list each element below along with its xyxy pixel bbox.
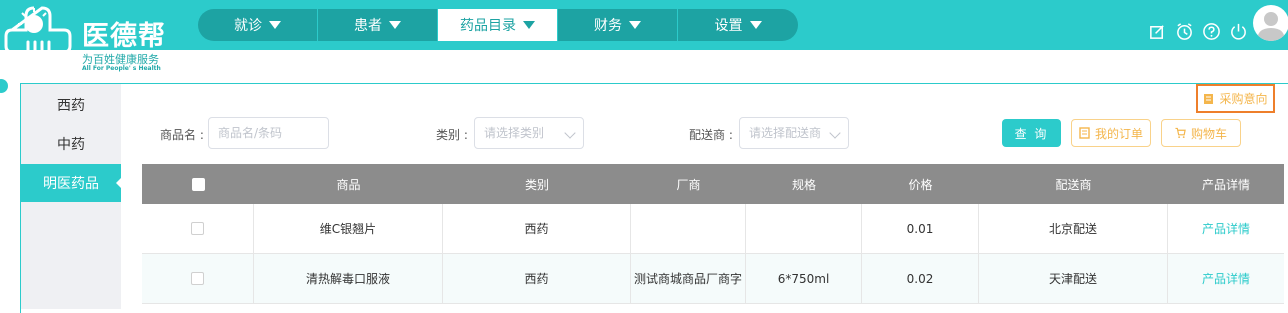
nav-item-label: 就诊 <box>234 18 262 34</box>
product-search-input[interactable]: 商品名/条码 <box>208 117 329 149</box>
nav-item-drug-catalog[interactable]: 药品目录 <box>438 9 558 41</box>
cart-button[interactable]: 购物车 <box>1161 119 1241 147</box>
row-checkbox[interactable] <box>191 272 204 285</box>
caret-down-icon <box>629 21 641 29</box>
row-select-cell <box>142 204 254 253</box>
header-toolbar <box>1148 22 1248 41</box>
price-cell: 0.01 <box>862 204 979 253</box>
column-header: 配送商 <box>1055 177 1092 192</box>
price-cell: 0.02 <box>862 254 979 303</box>
query-button[interactable]: 查 询 <box>1002 119 1061 147</box>
top-header: 医德帮 就诊 患者 药品目录 财务 设置 <box>0 0 1288 74</box>
header-select-all <box>142 164 254 204</box>
column-header: 类别 <box>524 177 549 192</box>
sidebar-toggle-icon[interactable] <box>0 79 8 93</box>
purchase-intent-label: 采购意向 <box>1219 92 1268 106</box>
manufacturer-cell: 测试商城商品厂商字 <box>631 254 746 303</box>
my-orders-button[interactable]: 我的订单 <box>1071 119 1151 147</box>
detail-cell: 产品详情 <box>1168 204 1284 253</box>
supplier-filter-label: 配送商 : <box>689 128 733 142</box>
product-cell: 维C银翘片 <box>254 204 443 253</box>
nav-item-label: 设置 <box>714 18 743 34</box>
product-cell: 清热解毒口服液 <box>254 254 443 303</box>
row-select-cell <box>142 254 254 303</box>
logo-icon <box>4 2 76 74</box>
select-all-checkbox[interactable] <box>191 177 205 191</box>
nav-item-label: 患者 <box>354 18 382 34</box>
row-checkbox[interactable] <box>191 222 204 235</box>
caret-down-icon <box>389 21 401 29</box>
detail-cell: 产品详情 <box>1168 254 1284 303</box>
supplier-cell: 北京配送 <box>979 204 1168 253</box>
document-icon <box>1204 93 1214 104</box>
nav-item-settings[interactable]: 设置 <box>678 9 798 41</box>
nav-item-visit[interactable]: 就诊 <box>198 9 318 41</box>
sidebar-item-chinese-medicine[interactable]: 中药 <box>21 125 121 163</box>
alarm-clock-icon[interactable] <box>1175 22 1194 41</box>
product-placeholder: 商品名/条码 <box>218 126 283 140</box>
sidebar-item-label: 中药 <box>57 137 85 153</box>
supplier-cell: 天津配送 <box>979 254 1168 303</box>
purchase-intent-button[interactable]: 采购意向 <box>1196 84 1275 113</box>
user-avatar[interactable] <box>1253 5 1288 41</box>
brand-title: 医德帮 <box>82 21 166 52</box>
nav-item-label: 药品目录 <box>460 18 516 34</box>
product-detail-link[interactable]: 产品详情 <box>1202 220 1250 237</box>
query-label: 查 询 <box>1014 126 1049 141</box>
sidebar-item-western-medicine[interactable]: 西药 <box>21 86 121 124</box>
supplier-placeholder: 请选择配送商 <box>749 126 822 140</box>
manufacturer-cell <box>631 204 746 253</box>
order-icon <box>1079 127 1090 139</box>
category-filter-label: 类别 : <box>436 128 468 142</box>
column-header: 厂商 <box>676 177 701 192</box>
spec-cell <box>746 204 862 253</box>
table-header: 商品 类别 厂商 规格 价格 配送商 产品详情 <box>142 164 1284 204</box>
spec-cell: 6*750ml <box>746 254 862 303</box>
nav-item-patients[interactable]: 患者 <box>318 9 438 41</box>
supplier-select[interactable]: 请选择配送商 <box>739 117 849 149</box>
caret-down-icon <box>269 21 281 29</box>
edit-icon[interactable] <box>1148 22 1167 41</box>
chevron-down-icon <box>829 127 841 139</box>
caret-down-icon <box>523 21 535 29</box>
chevron-down-icon <box>564 127 576 139</box>
sidebar-item-mingyi-drugs[interactable]: 明医药品 <box>21 164 122 202</box>
product-detail-link[interactable]: 产品详情 <box>1202 270 1250 287</box>
product-filter-label: 商品名 : <box>160 128 204 142</box>
cart-icon <box>1175 127 1186 139</box>
caret-down-icon <box>749 21 762 29</box>
my-orders-label: 我的订单 <box>1094 126 1143 141</box>
nav-item-label: 财务 <box>594 18 622 34</box>
column-header: 商品 <box>336 177 361 192</box>
sidebar-item-label: 西药 <box>57 98 85 114</box>
table-row: 维C银翘片 西药 0.01 北京配送 产品详情 <box>142 204 1284 254</box>
power-icon[interactable] <box>1229 22 1248 41</box>
column-header: 产品详情 <box>1201 177 1250 192</box>
sidebar: 西药 中药 明医药品 <box>21 84 122 309</box>
column-header: 价格 <box>908 177 933 192</box>
category-placeholder: 请选择类别 <box>484 126 545 140</box>
column-header: 规格 <box>791 177 816 192</box>
main-nav: 就诊 患者 药品目录 财务 设置 <box>198 9 798 41</box>
help-icon[interactable] <box>1202 22 1221 41</box>
sidebar-item-label: 明医药品 <box>43 176 99 192</box>
cart-label: 购物车 <box>1190 126 1227 141</box>
table-row: 清热解毒口服液 西药 测试商城商品厂商字 6*750ml 0.02 天津配送 产… <box>142 254 1284 304</box>
drug-table: 商品 类别 厂商 规格 价格 配送商 产品详情 维C银翘片 西药 0.01 北京… <box>142 164 1284 304</box>
category-cell: 西药 <box>443 254 631 303</box>
category-cell: 西药 <box>443 204 631 253</box>
category-select[interactable]: 请选择类别 <box>474 117 584 149</box>
brand-tagline: All For People' s Health <box>82 65 161 72</box>
nav-item-finance[interactable]: 财务 <box>558 9 678 41</box>
